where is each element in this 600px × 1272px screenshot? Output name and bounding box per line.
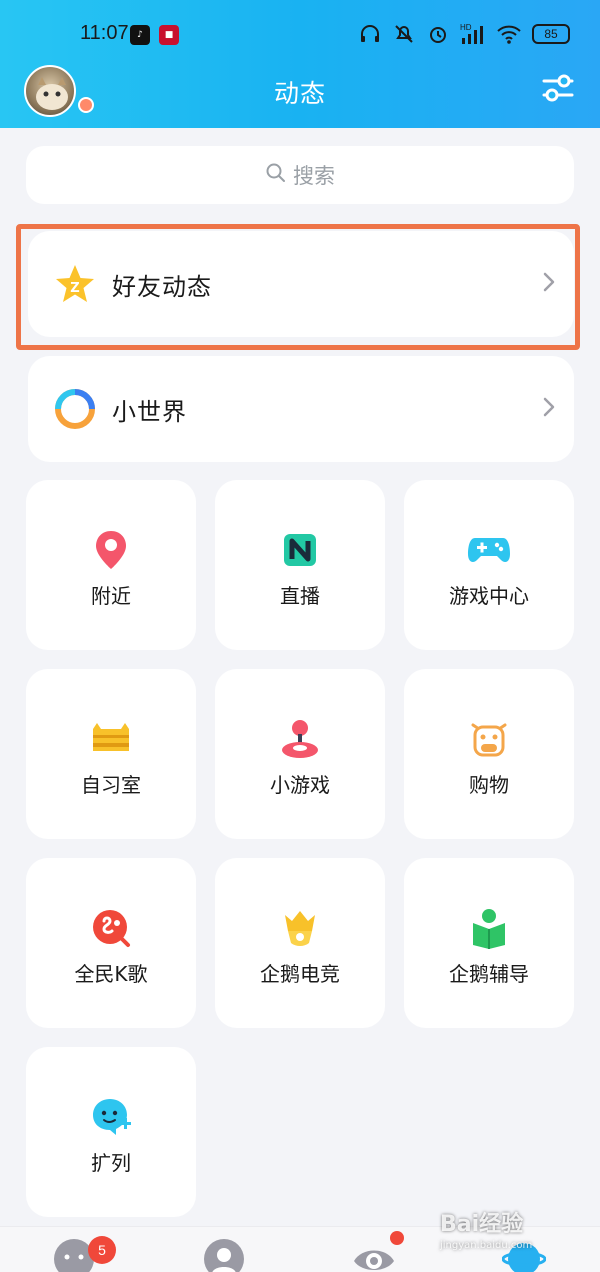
tile-label: 全民K歌 (74, 962, 148, 986)
tile-label: 购物 (469, 773, 509, 797)
status-icons: HD 85 (358, 20, 570, 48)
tutoring-book-icon (464, 906, 514, 950)
unread-badge: 5 (88, 1236, 116, 1264)
wifi-icon (496, 23, 522, 45)
tile-esports[interactable]: 企鹅电竞 (215, 858, 385, 1028)
tile-nearby[interactable]: 附近 (26, 480, 196, 650)
notification-dot (390, 1231, 404, 1245)
tile-label: 直播 (280, 584, 320, 608)
tile-label: 附近 (91, 584, 131, 608)
tile-tutoring[interactable]: 企鹅辅导 (404, 858, 574, 1028)
tile-label: 企鹅电竞 (260, 962, 340, 986)
small-world-ring-icon (54, 388, 96, 430)
list-item-small-world[interactable]: 小世界 (28, 356, 574, 462)
watermark: Bai经验 jingyan.baidu.com (440, 1206, 590, 1251)
tile-karaoke[interactable]: 全民K歌 (26, 858, 196, 1028)
tile-label: 小游戏 (270, 773, 330, 797)
signal-icon: HD (460, 22, 486, 46)
tile-label: 游戏中心 (449, 584, 529, 608)
watermark-text: Bai经验 (440, 1212, 524, 1237)
page-title: 动态 (273, 79, 326, 108)
svg-text:HD: HD (460, 23, 472, 32)
location-pin-icon (86, 528, 136, 572)
watermark-sub: jingyan.baidu.com (440, 1240, 533, 1251)
battery-indicator: 85 (532, 24, 570, 44)
status-time: 11:07 (80, 22, 129, 44)
tile-expand-friends[interactable]: 扩列 (26, 1047, 196, 1217)
news-app-icon: ■ (159, 25, 179, 45)
search-bar[interactable]: 搜索 (26, 146, 574, 204)
eye-icon[interactable] (352, 1237, 396, 1272)
cow-face-icon (464, 717, 514, 761)
add-friend-bubble-icon (86, 1095, 136, 1139)
alarm-icon (426, 22, 450, 46)
chevron-right-icon (542, 396, 556, 422)
highlight-frame (16, 224, 580, 350)
live-n-icon (275, 528, 325, 572)
gamepad-icon (464, 528, 514, 572)
tiktok-icon: ♪ (130, 25, 150, 45)
tile-label: 扩列 (91, 1151, 131, 1175)
tile-game-center[interactable]: 游戏中心 (404, 480, 574, 650)
tile-mini-games[interactable]: 小游戏 (215, 669, 385, 839)
joystick-icon (275, 717, 325, 761)
status-bar: 11:07 ♪ ■ HD 85 (0, 14, 600, 54)
list-item-label: 小世界 (112, 397, 187, 426)
karaoke-icon (86, 906, 136, 950)
esports-crown-icon (275, 906, 325, 950)
tile-label: 自习室 (81, 773, 141, 797)
app-header: 11:07 ♪ ■ HD 85 动态 (0, 0, 600, 128)
tile-shopping[interactable]: 购物 (404, 669, 574, 839)
mute-icon (392, 22, 416, 46)
tile-study-room[interactable]: 自习室 (26, 669, 196, 839)
search-icon (265, 162, 287, 189)
search-placeholder: 搜索 (293, 164, 335, 188)
contacts-icon[interactable] (202, 1237, 246, 1272)
tile-live[interactable]: 直播 (215, 480, 385, 650)
tile-label: 企鹅辅导 (449, 962, 529, 986)
study-cat-icon (86, 717, 136, 761)
headphones-icon (358, 22, 382, 46)
sliders-icon[interactable] (538, 68, 578, 108)
